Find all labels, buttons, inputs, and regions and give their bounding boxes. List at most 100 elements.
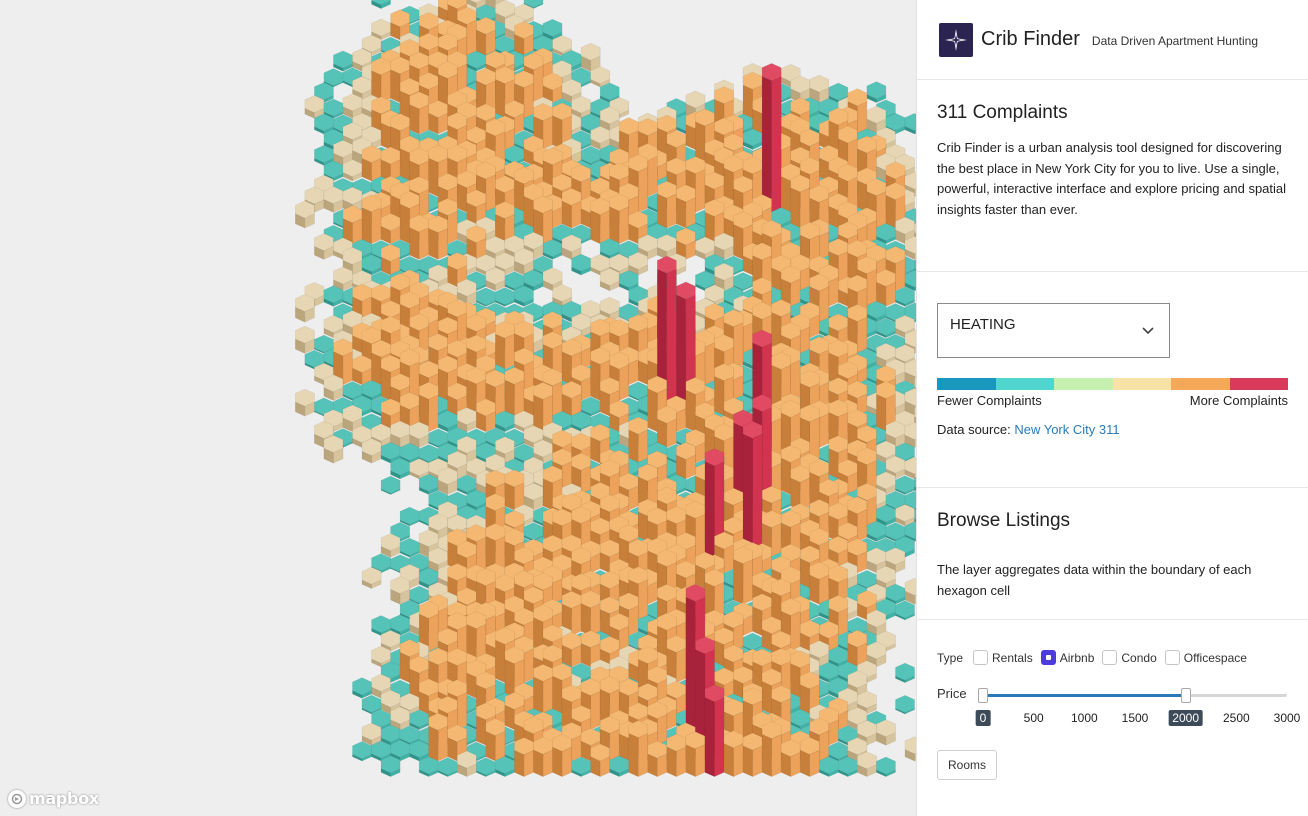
hex-column-side [380, 367, 391, 401]
hex-column-side [590, 690, 601, 731]
hex-column-side [523, 83, 534, 119]
hex-column-side [742, 322, 753, 354]
hex-column-side [437, 368, 449, 401]
hex-column-side [695, 513, 706, 558]
hex-column-side [704, 461, 715, 558]
hex-column-side [818, 413, 830, 448]
hex-column-side [876, 393, 887, 433]
hex-column-side [666, 268, 677, 417]
hex-column-side [685, 197, 696, 229]
hex-column-side [885, 194, 896, 229]
hex-column-side [695, 168, 706, 213]
hex-column-side [418, 227, 429, 260]
hex-column-side [409, 227, 420, 260]
hex-column-side [466, 19, 477, 57]
hex-column-side [504, 379, 515, 417]
hex-column-side [456, 183, 468, 213]
hex-column-side [542, 478, 553, 511]
hex-column-side [780, 457, 791, 495]
hex-column-side [666, 193, 677, 229]
hex-column-side [371, 352, 382, 386]
hex-column-side [542, 676, 553, 715]
hex-column-side [828, 276, 839, 307]
hex-column-side [637, 429, 649, 464]
hex-column-side [495, 78, 506, 119]
hex-column-side [437, 228, 449, 260]
hex-column-side [523, 648, 534, 684]
hex-column-side [447, 210, 458, 245]
hex-column-side [361, 207, 372, 245]
hex-column-side [609, 206, 620, 245]
hex-column-side [504, 659, 515, 699]
hex-column-side [495, 382, 506, 417]
hex-column-side [533, 65, 544, 104]
hex-column-side [390, 69, 401, 104]
hex-column-side [428, 394, 439, 433]
hex-column-side [733, 322, 744, 370]
hex-column-side [495, 333, 506, 370]
hex-column-side [428, 613, 439, 652]
hex-column-side [504, 482, 515, 511]
hex-column-side [704, 342, 715, 386]
hex-column-side [618, 206, 630, 245]
hex-column-side [495, 639, 506, 684]
hex-column-side [742, 559, 753, 605]
hex-column-side [342, 351, 353, 386]
hex-column-side [752, 606, 763, 637]
hex-column-side [428, 157, 439, 198]
hex-column-side [742, 84, 753, 119]
hex-column-side [399, 148, 410, 182]
hex-column-side [571, 200, 582, 229]
hex-column-side [790, 663, 801, 699]
hex-column-side [809, 574, 820, 605]
hex-column-side [399, 651, 410, 684]
hex-column-side [752, 433, 763, 558]
hexagon-map[interactable]: mapbox [0, 0, 916, 816]
hex-column-side [876, 191, 887, 229]
hex-column-side [780, 176, 791, 213]
hex-column-side [428, 228, 439, 260]
hex-column-side [637, 511, 649, 542]
hex-column-side [857, 316, 868, 354]
hex-column-side [761, 75, 772, 213]
hex-column-side [552, 675, 563, 715]
hex-column-side [418, 104, 429, 135]
hex-column-side [656, 193, 668, 229]
hex-column-side [647, 155, 658, 198]
hex-column-side [837, 607, 849, 637]
hex-column-side [895, 258, 906, 292]
hex-column-side [590, 603, 601, 637]
hex-column-side [628, 429, 639, 464]
hex-column-side [590, 209, 601, 245]
hex-column-side [771, 522, 782, 558]
hex-column-side [571, 603, 582, 637]
hex-column-side [542, 208, 553, 245]
hex-column-side [666, 418, 677, 448]
hex-column-side [828, 447, 839, 480]
hex-column-side [628, 605, 639, 637]
hex-column-side [561, 351, 572, 386]
hex-column-side [485, 174, 496, 213]
hex-column-side [533, 676, 544, 715]
hex-column-side [818, 286, 830, 323]
hex-column-side [552, 381, 563, 417]
hex-column-side [685, 389, 696, 433]
hex-column-side [790, 610, 801, 652]
hex-column-side [647, 388, 658, 433]
hex-column-side [371, 207, 382, 245]
hex-column-side [733, 559, 744, 605]
hex-column-side [723, 544, 734, 574]
hex-column-side [637, 166, 649, 213]
hex-column-side [637, 579, 649, 621]
hex-column-side [742, 433, 753, 558]
hex-column-side [399, 203, 410, 245]
hex-column-side [542, 115, 553, 151]
hex-column-side [799, 187, 811, 229]
hex-column-side [561, 200, 572, 229]
hex-column-side [504, 333, 515, 370]
hexbin-3d-layer [295, 0, 916, 778]
hex-column-side [409, 104, 420, 135]
hex-column-side [676, 647, 687, 684]
hex-column-side [456, 692, 468, 731]
hex-column-side [857, 509, 868, 542]
